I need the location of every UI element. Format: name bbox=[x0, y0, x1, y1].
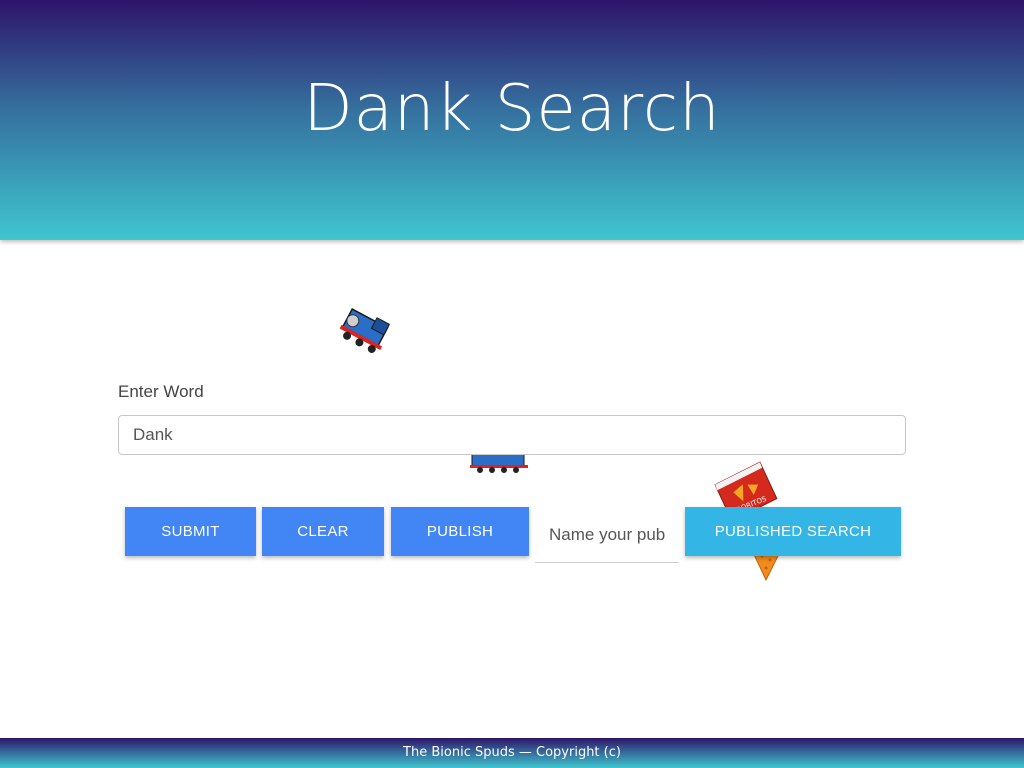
page-title: Dank Search bbox=[303, 72, 721, 146]
train-engine-icon bbox=[334, 300, 399, 360]
submit-button[interactable]: SUBMIT bbox=[125, 507, 256, 556]
published-search-button[interactable]: PUBLISHED SEARCH bbox=[685, 507, 901, 556]
train-engine-icon bbox=[470, 452, 528, 474]
footer-copyright: The Bionic Spuds — Copyright (c) bbox=[403, 745, 621, 760]
word-input[interactable] bbox=[118, 415, 906, 455]
publish-button[interactable]: PUBLISH bbox=[391, 507, 529, 556]
enter-word-label: Enter Word bbox=[118, 382, 204, 401]
main-content: DORITOS Enter Word SUBMIT CLEAR PUBLISH … bbox=[0, 240, 1024, 738]
clear-button[interactable]: CLEAR bbox=[262, 507, 384, 556]
publication-name-input[interactable] bbox=[535, 507, 679, 563]
footer: The Bionic Spuds — Copyright (c) bbox=[0, 738, 1024, 768]
header-banner: Dank Search bbox=[0, 0, 1024, 240]
